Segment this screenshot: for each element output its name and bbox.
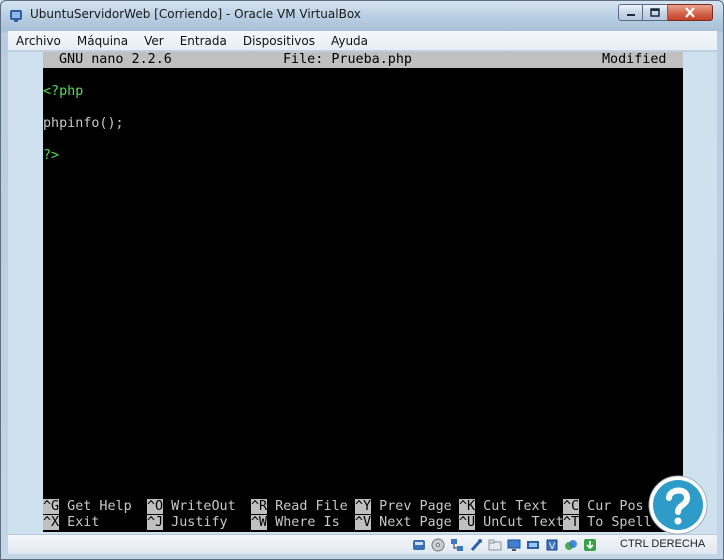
host-key-label: CTRL DERECHA <box>620 538 706 550</box>
usb-icon[interactable] <box>468 537 484 553</box>
shortcut-justify: ^J Justify <box>147 515 252 530</box>
nano-version: GNU nano 2.2.6 <box>59 52 172 67</box>
shortcut-cur-pos: ^C Cur Pos <box>563 499 644 514</box>
menu-ayuda[interactable]: Ayuda <box>323 31 376 51</box>
shortcut-exit: ^X Exit <box>43 515 148 530</box>
nano-file-name: File: Prueba.php <box>283 52 412 67</box>
shortcut-next-page: ^V Next Page <box>355 515 460 530</box>
video-capture-icon[interactable] <box>525 537 541 553</box>
menu-entrada[interactable]: Entrada <box>172 31 235 51</box>
shortcut-get-help: ^G Get Help <box>43 499 148 514</box>
window-title: UbuntuServidorWeb [Corriendo] - Oracle V… <box>30 7 361 21</box>
minimize-button[interactable] <box>618 4 643 21</box>
svg-text:V: V <box>549 542 556 552</box>
code-line-1[interactable]: <?php <box>43 84 83 100</box>
nano-modified-status: Modified <box>602 52 667 67</box>
menu-archivo[interactable]: Archivo <box>8 31 69 51</box>
menu-maquina[interactable]: Máquina <box>69 31 136 51</box>
device-status-icons: V <box>411 537 598 553</box>
network-icon[interactable] <box>449 537 465 553</box>
nano-title-bar: GNU nano 2.2.6 File: Prueba.php Modified <box>43 52 683 68</box>
shared-folders-icon[interactable] <box>487 537 503 553</box>
shortcut-to-spell: ^T To Spell <box>563 515 652 530</box>
shortcut-where-is: ^W Where Is <box>251 515 356 530</box>
close-button[interactable] <box>668 4 713 21</box>
menu-dispositivos[interactable]: Dispositivos <box>235 31 323 51</box>
menu-ver[interactable]: Ver <box>136 31 172 51</box>
help-logo-icon <box>648 475 708 535</box>
close-icon <box>685 7 695 18</box>
cpu-virtualization-icon[interactable]: V <box>544 537 560 553</box>
shortcut-prev-page: ^Y Prev Page <box>355 499 460 514</box>
nano-editor-screen[interactable]: GNU nano 2.2.6 File: Prueba.php Modified… <box>43 52 683 532</box>
maximize-button[interactable] <box>643 4 668 21</box>
code-line-3[interactable]: phpinfo(); <box>43 116 124 132</box>
shortcut-writeout: ^O WriteOut <box>147 499 252 514</box>
minimize-icon <box>626 13 635 16</box>
maximize-icon <box>650 8 660 17</box>
mouse-integration-icon[interactable] <box>563 537 579 553</box>
shortcut-uncut-text: ^U UnCut Text <box>459 515 564 530</box>
hard-disk-icon[interactable] <box>411 537 427 553</box>
title-bar[interactable]: UbuntuServidorWeb [Corriendo] - Oracle V… <box>1 1 723 29</box>
shortcut-cut-text: ^K Cut Text <box>459 499 564 514</box>
shortcut-read-file: ^R Read File <box>251 499 356 514</box>
nano-shortcut-bar: ^G Get Help ^O WriteOut ^R Read File ^Y … <box>43 499 683 531</box>
optical-drive-icon[interactable] <box>430 537 446 553</box>
display-icon[interactable] <box>506 537 522 553</box>
keyboard-capture-icon[interactable] <box>582 537 598 553</box>
virtualbox-icon <box>10 10 22 22</box>
virtualbox-window: UbuntuServidorWeb [Corriendo] - Oracle V… <box>0 0 724 560</box>
menu-bar: Archivo Máquina Ver Entrada Dispositivos… <box>8 31 717 51</box>
code-line-5[interactable]: ?> <box>43 148 59 164</box>
status-bar: V CTRL DERECHA <box>8 534 717 554</box>
